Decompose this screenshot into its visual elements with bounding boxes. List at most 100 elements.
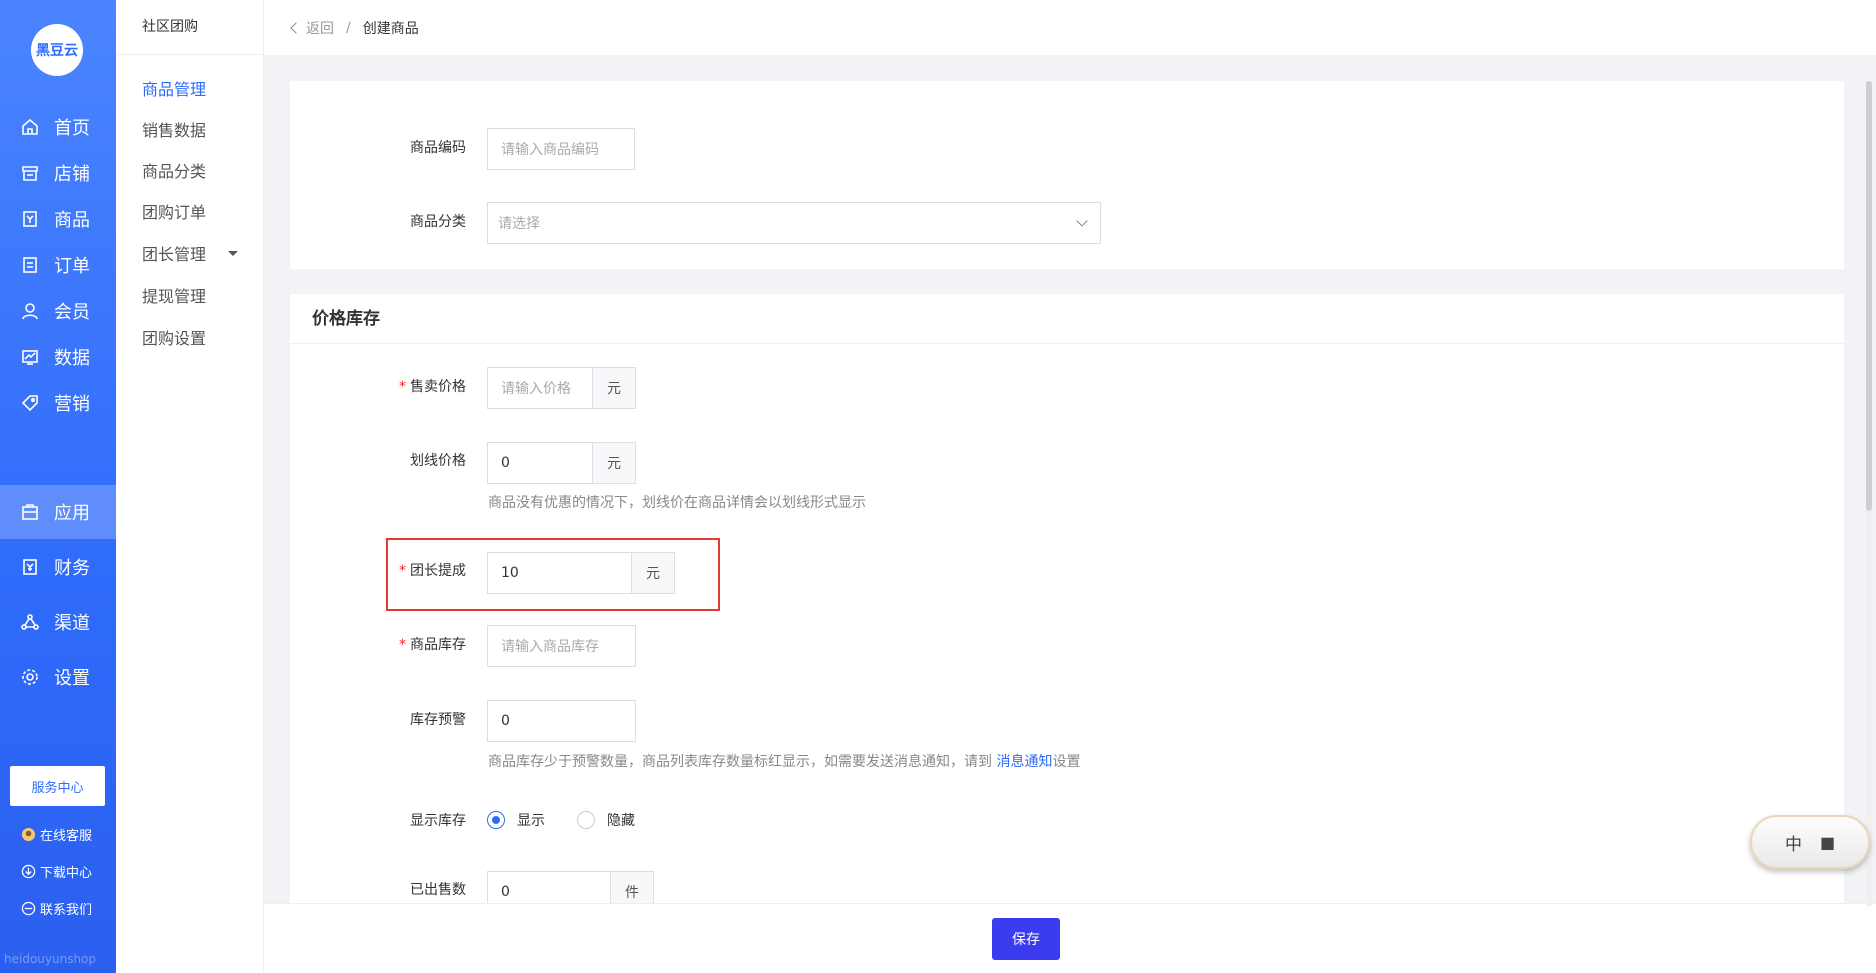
commission-input[interactable]: 10 xyxy=(487,552,632,594)
stock-alert-helper: 商品库存少于预警数量，商品列表库存数量标红显示，如需要发送消息通知，请到 消息通… xyxy=(488,751,1080,771)
download-icon xyxy=(20,864,36,880)
subnav-item-withdraw[interactable]: 提现管理 xyxy=(142,283,206,307)
contact-us-link[interactable]: 联系我们 xyxy=(20,899,92,918)
download-center-link[interactable]: 下载中心 xyxy=(20,862,92,881)
nav-item-label: 应用 xyxy=(54,503,90,524)
nav-item-label: 数据 xyxy=(54,348,90,369)
show-stock-radio-show[interactable]: 显示 xyxy=(487,810,545,830)
gear-icon xyxy=(20,667,40,687)
nav-item-label: 财务 xyxy=(54,558,90,579)
nav-item-finance[interactable]: 财务 xyxy=(0,540,116,594)
online-support-label: 在线客服 xyxy=(40,829,93,844)
sale-price-placeholder: 请输入价格 xyxy=(501,381,571,397)
nav-item-label: 营销 xyxy=(54,394,90,415)
message-notify-link[interactable]: 消息通知 xyxy=(996,754,1052,770)
nav-item-label: 订单 xyxy=(54,256,90,277)
subnav-item-sales-data[interactable]: 销售数据 xyxy=(142,117,206,141)
subnav-title: 社区团购 xyxy=(116,0,263,55)
nav-item-app[interactable]: 应用 xyxy=(0,485,116,539)
commission-label-text: 团长提成 xyxy=(410,563,466,579)
chat-avatar-icon xyxy=(20,827,36,843)
user-icon xyxy=(20,301,40,321)
nav-item-label: 首页 xyxy=(54,118,90,139)
tag-icon xyxy=(20,393,40,413)
nav-item-settings[interactable]: 设置 xyxy=(0,650,116,704)
nav-item-label: 渠道 xyxy=(54,613,90,634)
required-mark: * xyxy=(399,379,406,395)
goods-icon xyxy=(20,209,40,229)
subnav-item-leader-management[interactable]: 团长管理 xyxy=(142,241,239,265)
main-nav: 黑豆云 首页 店铺 商品 订单 会员 数据 营销 应用 财务 渠道 设置 服务中… xyxy=(0,0,116,973)
scrollbar-thumb[interactable] xyxy=(1866,81,1872,511)
breadcrumb-separator: / xyxy=(346,19,351,36)
goods-category-select[interactable]: 请选择 xyxy=(487,202,1101,244)
breadcrumb: 返回 / 创建商品 xyxy=(264,0,1876,55)
stock-placeholder: 请输入商品库存 xyxy=(501,639,599,655)
chart-icon xyxy=(20,347,40,367)
nav-item-label: 设置 xyxy=(54,668,90,689)
brand-watermark: heidouyunshop xyxy=(4,952,97,966)
nav-item-label: 会员 xyxy=(54,302,90,323)
clipped-helper-text xyxy=(488,66,768,81)
goods-code-input[interactable]: 请输入商品编码 xyxy=(487,128,635,170)
back-label: 返回 xyxy=(306,20,334,37)
stock-alert-input[interactable]: 0 xyxy=(487,700,636,742)
subnav-item-group-settings[interactable]: 团购设置 xyxy=(142,325,206,349)
strike-price-label: 划线价格 xyxy=(410,453,466,469)
radio-show-label: 显示 xyxy=(517,813,545,829)
online-support-link[interactable]: 在线客服 xyxy=(20,825,92,844)
store-icon xyxy=(20,163,40,183)
chevron-down-icon xyxy=(1076,215,1088,227)
stock-label: * 商品库存 xyxy=(346,634,466,654)
nav-item-channel[interactable]: 渠道 xyxy=(0,595,116,649)
order-icon xyxy=(20,255,40,275)
contact-icon xyxy=(20,901,36,917)
subnav-item-group-orders[interactable]: 团购订单 xyxy=(142,199,206,223)
chevron-left-icon xyxy=(290,21,302,34)
sale-price-input[interactable]: 请输入价格 xyxy=(487,367,593,409)
goods-code-placeholder: 请输入商品编码 xyxy=(501,142,599,158)
required-mark: * xyxy=(399,563,406,579)
sold-count-label: 已出售数 xyxy=(410,882,466,898)
stock-label-text: 商品库存 xyxy=(410,637,466,653)
goods-category-label: 商品分类 xyxy=(410,214,466,230)
radio-checked-icon xyxy=(487,811,505,829)
sale-price-unit: 元 xyxy=(593,367,636,409)
floating-input-widget[interactable]: 中 ■ xyxy=(1750,815,1870,869)
subnav-item-goods-management[interactable]: 商品管理 xyxy=(142,76,206,100)
contact-us-label: 联系我们 xyxy=(40,903,93,918)
section-title: 价格库存 xyxy=(290,294,1844,344)
sale-price-label: * 售卖价格 xyxy=(346,376,466,396)
download-center-label: 下载中心 xyxy=(40,866,93,881)
strike-price-input[interactable]: 0 xyxy=(487,442,593,484)
commission-unit: 元 xyxy=(632,552,675,594)
shirt-icon: ■ xyxy=(1819,832,1836,852)
strike-price-unit: 元 xyxy=(593,442,636,484)
show-stock-label: 显示库存 xyxy=(410,813,466,829)
show-stock-radio-hide[interactable]: 隐藏 xyxy=(577,810,635,830)
caret-down-icon xyxy=(228,250,239,256)
strike-price-helper: 商品没有优惠的情况下，划线价在商品详情会以划线形式显示 xyxy=(488,495,866,511)
brand-logo[interactable]: 黑豆云 xyxy=(31,24,83,76)
back-button[interactable]: 返回 xyxy=(290,18,334,38)
radio-unchecked-icon xyxy=(577,811,595,829)
bottom-action-bar xyxy=(264,903,1876,973)
stock-alert-helper-suffix: 设置 xyxy=(1052,754,1081,770)
finance-icon xyxy=(20,557,40,577)
goods-category-placeholder: 请选择 xyxy=(498,216,540,232)
save-button[interactable]: 保存 xyxy=(992,918,1060,960)
stock-input[interactable]: 请输入商品库存 xyxy=(487,625,636,667)
channel-icon xyxy=(20,612,40,632)
required-mark: * xyxy=(399,637,406,653)
sub-nav: 社区团购 商品管理 销售数据 商品分类 团购订单 团长管理 提现管理 团购设置 xyxy=(116,0,264,973)
service-center-button[interactable]: 服务中心 xyxy=(10,766,105,806)
sale-price-label-text: 售卖价格 xyxy=(410,379,466,395)
radio-hide-label: 隐藏 xyxy=(607,813,635,829)
home-icon xyxy=(20,117,40,137)
goods-code-label: 商品编码 xyxy=(410,140,466,156)
subnav-item-goods-category[interactable]: 商品分类 xyxy=(142,158,206,182)
stock-alert-helper-text: 商品库存少于预警数量，商品列表库存数量标红显示，如需要发送消息通知，请到 xyxy=(488,754,997,770)
nav-item-label: 商品 xyxy=(54,210,90,231)
subnav-item-leader-label: 团长管理 xyxy=(142,245,207,264)
nav-item-marketing[interactable]: 营销 xyxy=(0,376,116,430)
